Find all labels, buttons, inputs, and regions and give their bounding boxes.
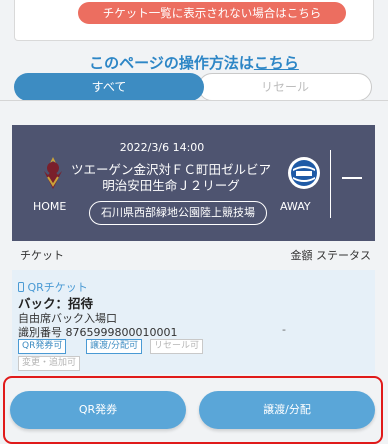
ticket-column-label: チケット — [20, 249, 64, 262]
tag-resale-available: リセール可 — [150, 339, 204, 354]
match-title: ツエーゲン金沢対ＦＣ町田ゼルビア 明治安田生命Ｊ２リーグ — [12, 162, 330, 194]
match-title-line2: 明治安田生命Ｊ２リーグ — [102, 178, 240, 193]
match-card[interactable]: 2022/3/6 14:00 ツエーゲン金沢対ＦＣ町田ゼルビア 明治安田生命Ｊ２… — [12, 125, 375, 241]
ticket-item[interactable]: QRチケット バック：招待 自由席バック入場口 識別番号 87659998000… — [12, 270, 375, 374]
missing-tickets-link[interactable]: チケット一覧に表示されない場合はこちら — [78, 2, 346, 24]
away-label: AWAY — [280, 200, 311, 213]
howto-link[interactable]: こちら — [254, 54, 299, 72]
tag-transfer-available: 譲渡/分配可 — [86, 339, 143, 354]
ticket-list-header: チケット 金額 ステータス — [12, 244, 375, 268]
filter-tabs: リセール すべて — [14, 73, 372, 101]
howto-text: このページの操作方法は — [89, 54, 254, 72]
amount-value: - — [282, 323, 286, 336]
howto-line: このページの操作方法はこちら — [0, 52, 388, 73]
top-card: チケット一覧に表示されない場合はこちら — [14, 0, 374, 41]
match-title-line1: ツエーゲン金沢対ＦＣ町田ゼルビア — [70, 162, 271, 177]
tabs-divider — [0, 100, 388, 101]
home-label: HOME — [33, 200, 67, 213]
venue-badge: 石川県西部緑地公園陸上競技場 — [89, 201, 267, 225]
ticket-id: 識別番号 8765999800010001 — [18, 326, 178, 339]
amount-status-column-label: 金額 ステータス — [290, 249, 372, 262]
tab-all[interactable]: すべて — [14, 73, 204, 101]
match-date: 2022/3/6 14:00 — [119, 141, 205, 154]
collapse-icon[interactable] — [342, 177, 362, 179]
tag-qr-available: QR発券可 — [18, 339, 67, 354]
tag-change-add: 変更・追加可 — [18, 356, 81, 371]
qr-issue-button[interactable]: QR発券 — [10, 391, 186, 429]
match-divider — [330, 150, 331, 218]
transfer-button[interactable]: 譲渡/分配 — [199, 391, 375, 429]
tab-resale[interactable]: リセール — [198, 73, 372, 101]
